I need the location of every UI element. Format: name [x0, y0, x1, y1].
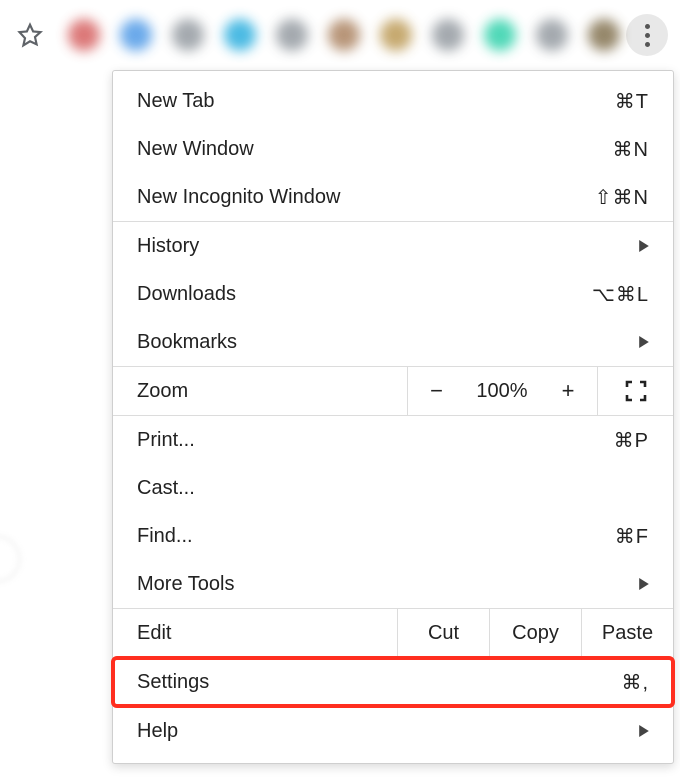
extension-icon[interactable]: [380, 19, 412, 51]
menu-item-label: Bookmarks: [137, 331, 639, 354]
extension-icon[interactable]: [536, 19, 568, 51]
zoom-out-button[interactable]: −: [407, 367, 465, 415]
extension-icon[interactable]: [224, 19, 256, 51]
menu-item-shortcut: ⇧⌘N: [595, 185, 649, 210]
menu-item-shortcut: ⌘F: [615, 524, 649, 549]
menu-item-label: New Window: [137, 138, 613, 161]
extension-icon[interactable]: [120, 19, 152, 51]
more-menu-button[interactable]: [626, 14, 668, 56]
menu-item-label: Zoom: [113, 367, 407, 415]
menu-item-label: History: [137, 235, 639, 258]
blurred-avatar: [0, 536, 20, 582]
extension-icon[interactable]: [328, 19, 360, 51]
menu-new-window[interactable]: New Window ⌘N: [113, 125, 673, 173]
menu-bookmarks[interactable]: Bookmarks: [113, 318, 673, 366]
menu-item-label: Help: [137, 720, 639, 743]
menu-new-incognito[interactable]: New Incognito Window ⇧⌘N: [113, 173, 673, 221]
menu-find[interactable]: Find... ⌘F: [113, 512, 673, 560]
extension-icon[interactable]: [484, 19, 516, 51]
extension-icon[interactable]: [432, 19, 464, 51]
menu-new-tab[interactable]: New Tab ⌘T: [113, 71, 673, 125]
menu-more-tools[interactable]: More Tools: [113, 560, 673, 608]
extension-icon[interactable]: [68, 19, 100, 51]
menu-history[interactable]: History: [113, 222, 673, 270]
menu-downloads[interactable]: Downloads ⌥⌘L: [113, 270, 673, 318]
menu-item-shortcut: ⌘P: [614, 428, 649, 453]
menu-print[interactable]: Print... ⌘P: [113, 416, 673, 464]
chevron-right-icon: [639, 336, 649, 348]
menu-edit-row: Edit Cut Copy Paste: [113, 608, 673, 658]
menu-item-label: More Tools: [137, 573, 639, 596]
menu-item-label: Edit: [113, 609, 397, 657]
fullscreen-icon: [625, 380, 647, 402]
menu-cast[interactable]: Cast...: [113, 464, 673, 512]
menu-item-label: Settings: [137, 671, 621, 694]
menu-item-shortcut: ⌘N: [613, 137, 649, 162]
chevron-right-icon: [639, 240, 649, 252]
menu-item-label: Print...: [137, 429, 614, 452]
extension-icon[interactable]: [276, 19, 308, 51]
chevron-right-icon: [639, 578, 649, 590]
extension-icons: [48, 19, 626, 51]
menu-zoom-row: Zoom − 100% +: [113, 366, 673, 416]
chevron-right-icon: [639, 725, 649, 737]
zoom-value: 100%: [465, 367, 539, 415]
menu-item-label: New Incognito Window: [137, 186, 595, 209]
edit-cut-button[interactable]: Cut: [397, 609, 489, 657]
chrome-menu: New Tab ⌘T New Window ⌘N New Incognito W…: [112, 70, 674, 764]
menu-item-label: New Tab: [137, 90, 615, 113]
menu-item-label: Downloads: [137, 283, 592, 306]
zoom-in-button[interactable]: +: [539, 367, 597, 415]
menu-item-shortcut: ⌥⌘L: [592, 282, 649, 307]
menu-item-shortcut: ⌘,: [621, 670, 649, 695]
menu-item-label: Cast...: [137, 477, 649, 500]
browser-toolbar: [0, 0, 680, 70]
menu-help[interactable]: Help: [113, 707, 673, 755]
edit-paste-button[interactable]: Paste: [581, 609, 673, 657]
menu-settings[interactable]: Settings ⌘,: [113, 658, 673, 706]
extension-icon[interactable]: [588, 19, 620, 51]
menu-item-label: Find...: [137, 525, 615, 548]
fullscreen-button[interactable]: [597, 367, 673, 415]
menu-item-shortcut: ⌘T: [615, 89, 649, 114]
extension-icon[interactable]: [172, 19, 204, 51]
bookmark-star-button[interactable]: [12, 17, 48, 53]
edit-copy-button[interactable]: Copy: [489, 609, 581, 657]
